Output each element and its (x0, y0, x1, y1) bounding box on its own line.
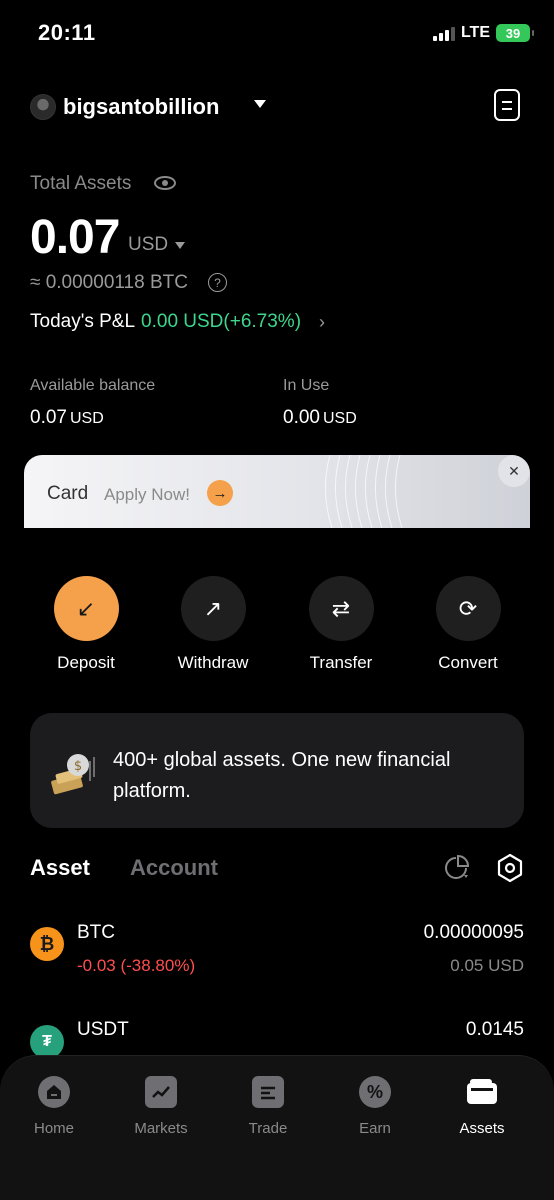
home-icon (38, 1076, 70, 1108)
pnl-label: Today's P&L (30, 311, 136, 332)
signal-icon (432, 25, 455, 41)
in-use-value: 0.00 USD (283, 407, 357, 429)
usdt-coin-icon: ₮ (30, 1025, 64, 1059)
available-balance-value: 0.07 USD (30, 407, 104, 429)
sparkline-chart (392, 245, 524, 249)
chart-icon (145, 1076, 177, 1108)
available-amount: 0.07 (30, 407, 67, 428)
nav-trade-label: Trade (248, 1120, 288, 1137)
gold-coin-icon: $ (51, 754, 95, 795)
status-indicators: LTE 39 (432, 24, 534, 42)
btc-equivalent: ≈ 0.00000118 BTC (30, 272, 188, 293)
arrow-up-right-icon: ↗ (180, 576, 246, 641)
asset-quantity: 0.00000095 (423, 922, 524, 943)
nav-home-label: Home (33, 1120, 74, 1137)
pnl-value: 0.00 USD(+6.73%) (141, 311, 302, 332)
card-decoration (324, 455, 403, 528)
in-use-label: In Use (283, 377, 330, 394)
nav-home[interactable]: Home (9, 1076, 99, 1137)
transfer-label: Transfer (309, 653, 373, 672)
nav-markets-label: Markets (134, 1120, 188, 1137)
btc-coin-icon: ₿ (30, 927, 64, 961)
total-assets-label: Total Assets (30, 173, 132, 194)
percent-icon: % (359, 1076, 391, 1108)
nav-assets[interactable]: Assets (437, 1076, 527, 1137)
currency-selector[interactable]: USD (128, 234, 168, 256)
card-apply-link[interactable]: Apply Now! (104, 485, 190, 505)
asset-change: -0.03 (-38.80%) (77, 956, 196, 975)
withdraw-button[interactable]: ↗ Withdraw (158, 576, 268, 673)
asset-symbol[interactable]: BTC (77, 922, 115, 944)
tab-asset[interactable]: Asset (30, 855, 90, 881)
asset-symbol[interactable]: USDT (77, 1019, 129, 1041)
caret-down-icon[interactable] (175, 242, 185, 249)
trade-icon (252, 1076, 284, 1108)
card-banner[interactable]: Card Apply Now! → ✕ (24, 455, 530, 528)
eye-icon[interactable] (154, 176, 176, 190)
network-label: LTE (460, 24, 490, 41)
help-icon[interactable]: ? (208, 273, 227, 292)
document-icon[interactable] (494, 89, 520, 121)
arrow-down-left-icon: ↙ (53, 576, 119, 641)
deposit-button[interactable]: ↙ Deposit (31, 576, 141, 673)
nav-markets[interactable]: Markets (116, 1076, 206, 1137)
convert-label: Convert (438, 653, 498, 672)
todays-pnl-row[interactable]: Today's P&L 0.00 USD(+6.73%) › (30, 311, 325, 333)
promo-text: 400+ global assets. One new financial pl… (113, 749, 451, 802)
chevron-right-icon: › (319, 311, 326, 332)
battery-icon: 39 (496, 24, 534, 42)
card-title: Card (47, 483, 89, 504)
asset-quantity: 0.0145 (465, 1019, 524, 1040)
pie-chart-icon[interactable] (444, 855, 472, 881)
refresh-icon: ⟳ (435, 576, 501, 641)
in-use-amount: 0.00 (283, 407, 320, 428)
tab-account[interactable]: Account (130, 855, 218, 881)
wallet-icon (466, 1076, 498, 1108)
available-balance-label: Available balance (30, 377, 156, 394)
transfer-button[interactable]: ⇄ Transfer (286, 576, 396, 673)
total-assets-value: 0.07 (30, 211, 120, 264)
promo-banner[interactable]: $ 400+ global assets. One new financial … (30, 713, 524, 828)
transfer-arrows-icon: ⇄ (308, 576, 374, 641)
settings-hex-icon[interactable] (495, 853, 525, 883)
nav-assets-label: Assets (459, 1120, 505, 1137)
svg-text:$: $ (74, 759, 82, 774)
status-time: 20:11 (38, 20, 96, 45)
withdraw-label: Withdraw (177, 653, 249, 672)
close-icon[interactable]: ✕ (498, 455, 530, 487)
asset-value: 0.05 USD (450, 956, 524, 975)
caret-down-icon[interactable] (254, 100, 266, 108)
nav-earn-label: Earn (359, 1120, 391, 1137)
avatar[interactable] (30, 94, 56, 120)
nav-earn[interactable]: % Earn (330, 1076, 420, 1137)
available-unit: USD (69, 410, 104, 427)
username[interactable]: bigsantobillion (63, 94, 219, 120)
convert-button[interactable]: ⟳ Convert (413, 576, 523, 673)
arrow-right-icon[interactable]: → (207, 480, 233, 506)
deposit-label: Deposit (57, 653, 115, 672)
bottom-nav: Home Markets Trade % Earn Assets (0, 1055, 554, 1200)
in-use-unit: USD (322, 410, 357, 427)
battery-level: 39 (505, 25, 521, 41)
nav-trade[interactable]: Trade (223, 1076, 313, 1137)
